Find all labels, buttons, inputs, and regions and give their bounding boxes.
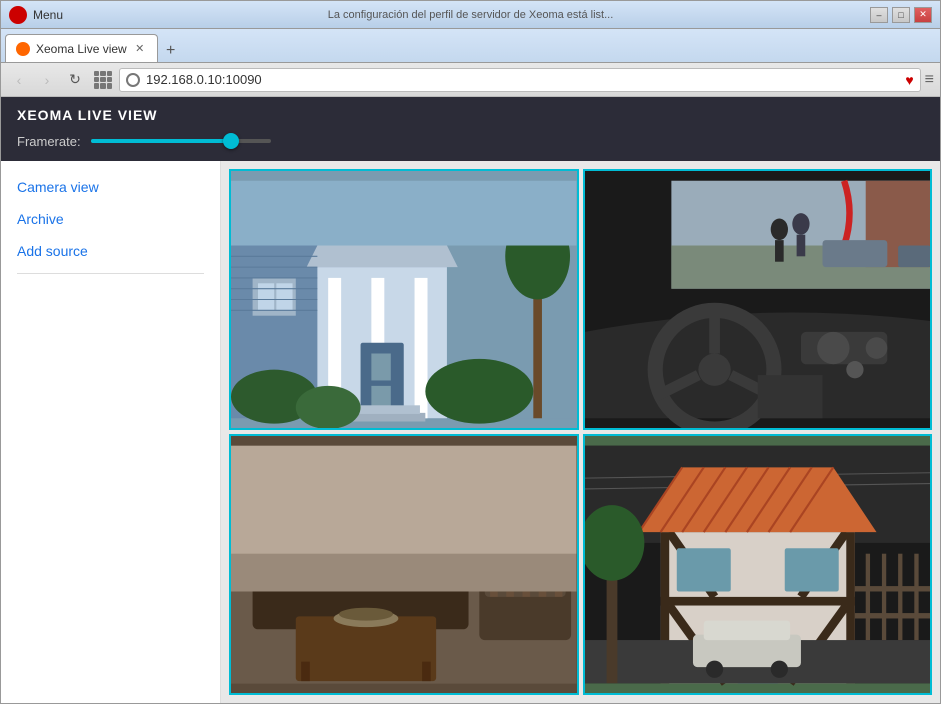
title-bar-center-text: La configuración del perfil de servidor … (328, 9, 614, 21)
browser-window: Menu La configuración del perfil de serv… (0, 0, 941, 704)
sidebar-divider (17, 273, 204, 274)
camera-grid (221, 161, 940, 703)
tab-bar: Xeoma Live view ✕ + (1, 29, 940, 63)
grid-view-button[interactable] (91, 68, 115, 92)
xeoma-header: XEOMA LIVE VIEW Framerate: (1, 97, 940, 161)
bookmark-icon[interactable]: ≡ (925, 71, 934, 89)
back-button[interactable]: ‹ (7, 68, 31, 92)
tab-favicon-icon (16, 42, 30, 56)
favorite-icon[interactable]: ♥ (905, 72, 913, 88)
camera-cell-2[interactable] (583, 169, 933, 430)
forward-button[interactable]: › (35, 68, 59, 92)
menu-label[interactable]: Menu (33, 8, 63, 22)
framerate-thumb[interactable] (223, 133, 239, 149)
sidebar-item-add-source[interactable]: Add source (1, 235, 220, 267)
title-bar: Menu La configuración del perfil de serv… (1, 1, 940, 29)
maximize-button[interactable]: □ (892, 7, 910, 23)
camera-cell-3[interactable] (229, 434, 579, 695)
camera-cell-1[interactable] (229, 169, 579, 430)
framerate-slider[interactable] (91, 131, 271, 151)
tab-close-button[interactable]: ✕ (133, 42, 147, 56)
url-text: 192.168.0.10:10090 (146, 72, 262, 87)
framerate-label: Framerate: (17, 134, 81, 149)
sidebar-item-archive[interactable]: Archive (1, 203, 220, 235)
window-controls: – □ ✕ (870, 7, 932, 23)
framerate-row: Framerate: (17, 131, 924, 151)
framerate-track (91, 139, 271, 143)
xeoma-wrapper: XEOMA LIVE VIEW Framerate: Camera view A… (1, 97, 940, 703)
url-bar[interactable]: 192.168.0.10:10090 ♥ (119, 68, 921, 92)
xeoma-title: XEOMA LIVE VIEW (17, 107, 924, 123)
globe-icon (126, 73, 140, 87)
nav-bar: ‹ › ↻ 192.168.0.10:10090 ♥ ≡ (1, 63, 940, 97)
camera-cell-4[interactable] (583, 434, 933, 695)
sidebar: Camera view Archive Add source (1, 161, 221, 703)
new-tab-button[interactable]: + (158, 40, 184, 62)
main-body: Camera view Archive Add source (1, 161, 940, 703)
refresh-button[interactable]: ↻ (63, 68, 87, 92)
active-tab[interactable]: Xeoma Live view ✕ (5, 34, 158, 62)
minimize-button[interactable]: – (870, 7, 888, 23)
sidebar-item-camera-view[interactable]: Camera view (1, 171, 220, 203)
framerate-fill (91, 139, 235, 143)
close-button[interactable]: ✕ (914, 7, 932, 23)
tab-label: Xeoma Live view (36, 42, 127, 56)
opera-logo-icon (9, 6, 27, 24)
